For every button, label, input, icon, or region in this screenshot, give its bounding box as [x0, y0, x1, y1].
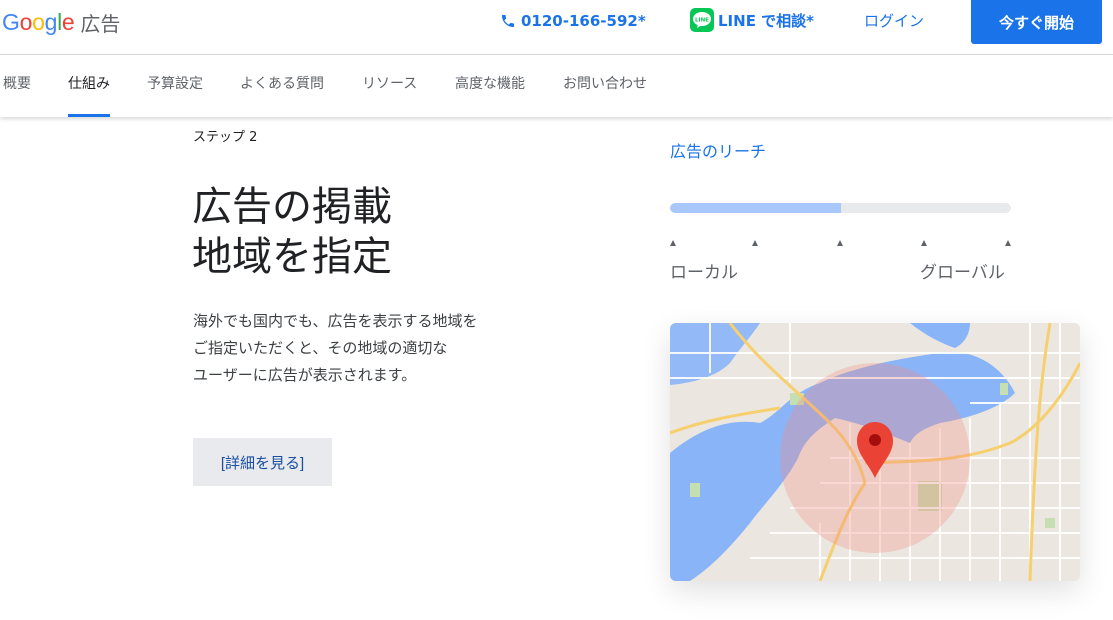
- map-illustration: [670, 323, 1080, 581]
- line-icon: LINE: [690, 8, 714, 32]
- login-link[interactable]: ログイン: [864, 10, 924, 32]
- svg-text:LINE: LINE: [695, 18, 709, 24]
- nav-item-contact[interactable]: お問い合わせ: [563, 55, 647, 117]
- google-ads-logo[interactable]: Google 広告: [2, 6, 120, 38]
- description: 海外でも国内でも、広告を表示する地域を ご指定いただくと、その地域の適切な ユー…: [193, 308, 478, 389]
- reach-tick: [921, 240, 927, 246]
- start-now-button[interactable]: 今すぐ開始: [971, 0, 1102, 44]
- reach-tick: [752, 240, 758, 246]
- title-line-2: 地域を指定: [192, 234, 392, 280]
- google-logo-text: Google: [2, 8, 75, 35]
- reach-label: 広告のリーチ: [670, 142, 767, 161]
- description-line-2: ご指定いただくと、その地域の適切な: [193, 339, 448, 357]
- description-line-3: ユーザーに広告が表示されます。: [193, 366, 417, 384]
- scale-label-local: ローカル: [670, 263, 738, 283]
- reach-tick: [670, 240, 676, 246]
- phone-icon: [502, 15, 514, 27]
- page-title: 広告の掲載 地域を指定: [192, 182, 392, 282]
- logo-suffix: 広告: [80, 11, 121, 36]
- reach-tick: [1005, 240, 1011, 246]
- reach-tick: [837, 240, 843, 246]
- nav-item-budget[interactable]: 予算設定: [147, 55, 203, 117]
- top-header: Google 広告 0120-166-592* LINE LINE で相談* ロ…: [0, 0, 1113, 55]
- nav-item-faq[interactable]: よくある質問: [240, 55, 324, 117]
- nav-item-resources[interactable]: リソース: [362, 55, 417, 117]
- scale-label-global: グローバル: [920, 263, 1005, 283]
- line-consult-label: LINE で相談*: [718, 11, 815, 30]
- reach-slider-track[interactable]: [670, 203, 1011, 213]
- step-label: ステップ 2: [193, 130, 258, 145]
- section-nav: 概要 仕組み 予算設定 よくある質問 リソース 高度な機能 お問い合わせ: [0, 55, 1113, 117]
- learn-more-button[interactable]: [詳細を見る]: [193, 438, 332, 486]
- description-line-1: 海外でも国内でも、広告を表示する地域を: [193, 312, 478, 330]
- title-line-1: 広告の掲載: [192, 184, 392, 230]
- nav-item-advanced[interactable]: 高度な機能: [455, 55, 525, 117]
- nav-item-how-it-works[interactable]: 仕組み: [68, 55, 110, 117]
- reach-map: [670, 323, 1080, 581]
- phone-link[interactable]: 0120-166-592*: [500, 10, 646, 32]
- line-consult-link[interactable]: LINE LINE で相談*: [690, 8, 814, 32]
- phone-number: 0120-166-592*: [521, 12, 646, 30]
- reach-slider-fill: [670, 203, 841, 213]
- nav-item-overview[interactable]: 概要: [3, 55, 31, 117]
